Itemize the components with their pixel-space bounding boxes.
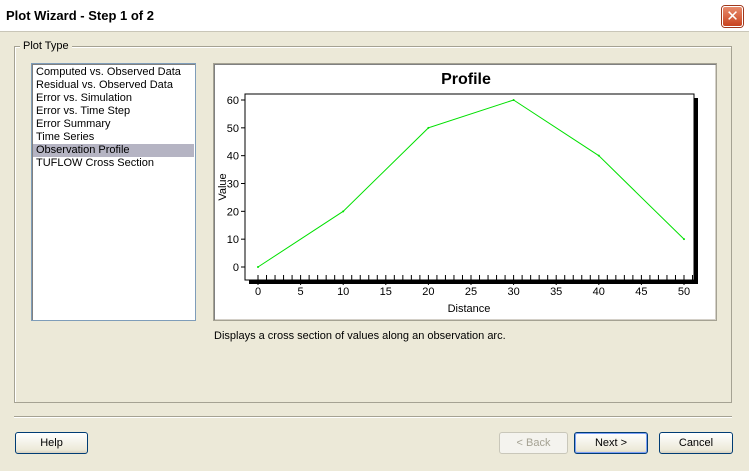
x-tick-label: 0 <box>255 286 261 298</box>
footer-separator <box>14 416 732 418</box>
x-tick-label: 10 <box>337 286 349 298</box>
series-point <box>683 238 685 241</box>
next-button[interactable]: Next > <box>574 432 648 454</box>
y-axis-label: Value <box>217 173 229 200</box>
y-tick-label: 20 <box>227 206 239 218</box>
plot-type-description: Displays a cross section of values along… <box>214 330 506 342</box>
x-tick-label: 20 <box>422 286 434 298</box>
list-item[interactable]: Error Summary <box>33 118 194 131</box>
help-button[interactable]: Help <box>15 432 88 454</box>
series-point <box>342 210 345 213</box>
plot-area <box>244 93 695 281</box>
x-tick-label: 45 <box>635 286 647 298</box>
y-tick-label: 50 <box>227 123 239 135</box>
x-tick-label: 5 <box>298 286 304 298</box>
series-point <box>427 126 430 129</box>
x-tick-label: 35 <box>550 286 562 298</box>
list-item[interactable]: Error vs. Time Step <box>33 105 194 118</box>
series-point <box>512 99 515 101</box>
chart-title: Profile <box>441 71 491 88</box>
plot-type-list[interactable]: Computed vs. Observed Data Residual vs. … <box>31 63 196 321</box>
x-tick-label: 15 <box>380 286 392 298</box>
list-item-selected[interactable]: Observation Profile <box>33 144 194 157</box>
series-point <box>257 266 259 268</box>
plot-type-group-label: Plot Type <box>20 40 72 52</box>
y-tick-label: 10 <box>227 234 239 246</box>
close-icon: ✕ <box>726 7 739 25</box>
plot-preview: Profile 0 5 10 15 20 25 30 35 40 45 50 0 10 20 30 40 50 6… <box>213 63 717 321</box>
x-tick-label: 40 <box>593 286 605 298</box>
y-tick-label: 40 <box>227 151 239 163</box>
cancel-button[interactable]: Cancel <box>659 432 733 454</box>
x-tick-label: 25 <box>465 286 477 298</box>
back-button[interactable]: < Back <box>499 432 568 454</box>
profile-chart: Profile 0 5 10 15 20 25 30 35 40 45 50010203040506… <box>217 71 698 315</box>
list-item[interactable]: Residual vs. Observed Data <box>33 79 194 92</box>
close-button[interactable]: ✕ <box>722 6 743 27</box>
list-item[interactable]: Time Series <box>33 131 194 144</box>
list-item[interactable]: Error vs. Simulation <box>33 92 194 105</box>
window-title: Plot Wizard - Step 1 of 2 <box>6 8 154 23</box>
x-axis-label: Distance <box>448 303 491 315</box>
y-tick-label: 60 <box>227 95 239 107</box>
title-bar: Plot Wizard - Step 1 of 2 ✕ <box>0 0 749 32</box>
list-item[interactable]: TUFLOW Cross Section <box>33 157 194 170</box>
x-tick-label: 30 <box>507 286 519 298</box>
series-point <box>597 154 600 157</box>
x-tick-label: 50 <box>678 286 690 298</box>
y-tick-label: 0 <box>233 262 239 274</box>
list-item[interactable]: Computed vs. Observed Data <box>33 66 194 79</box>
